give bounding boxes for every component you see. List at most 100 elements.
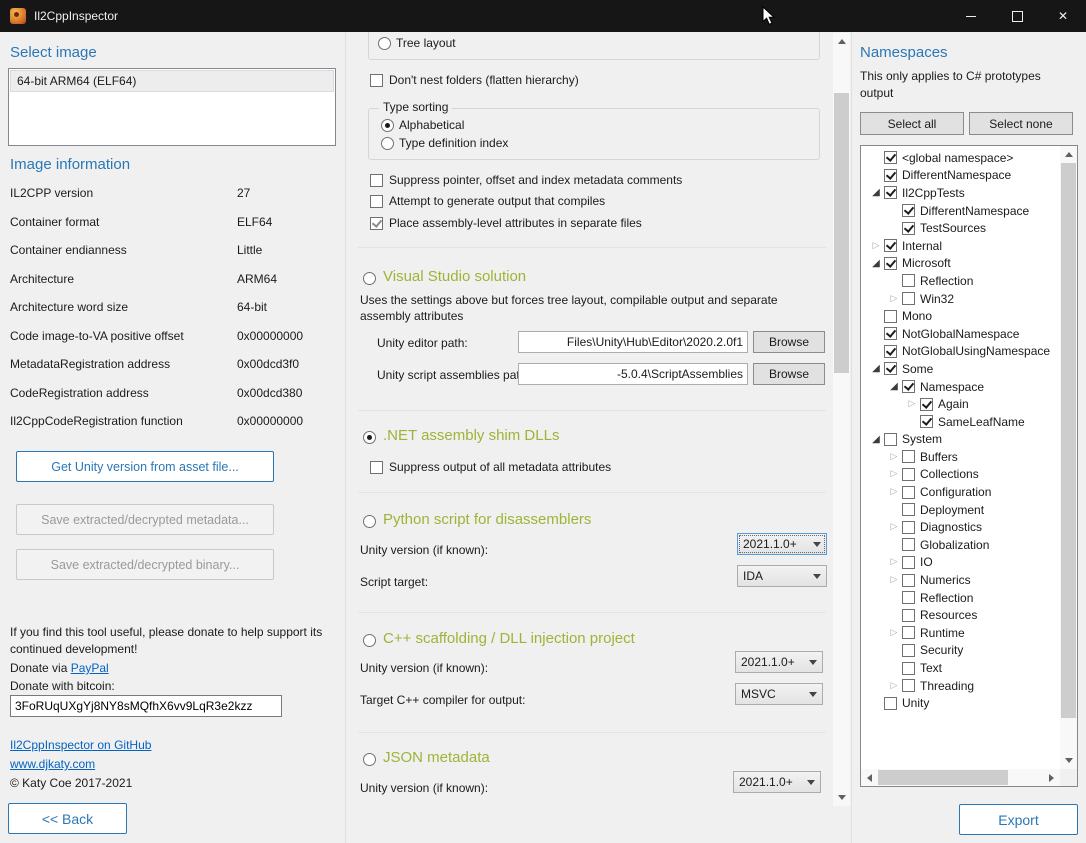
cpp-radio[interactable] [363, 634, 376, 647]
namespace-checkbox[interactable] [902, 521, 915, 534]
cpp-compiler-combo[interactable]: MSVC [735, 683, 823, 705]
scroll-down-button[interactable] [1060, 752, 1077, 769]
namespace-checkbox[interactable] [902, 644, 915, 657]
unity-editor-path-input[interactable]: Files\Unity\Hub\Editor\2020.2.0f1 [518, 331, 748, 353]
tree-item[interactable]: ▷Collections [861, 466, 1060, 484]
shim-dlls-radio[interactable] [363, 431, 376, 444]
json-unity-version-combo[interactable]: 2021.1.0+ [733, 771, 821, 793]
namespace-checkbox[interactable] [884, 186, 897, 199]
alphabetical-radio-row[interactable]: Alphabetical [381, 118, 464, 132]
tree-vertical-scrollbar[interactable] [1060, 146, 1077, 769]
tree-item[interactable]: ◢Some [861, 360, 1060, 378]
suppress-attributes-row[interactable]: Suppress output of all metadata attribut… [370, 460, 611, 474]
get-unity-version-button[interactable]: Get Unity version from asset file... [16, 451, 274, 482]
namespace-checkbox[interactable] [884, 310, 897, 323]
tree-item[interactable]: ▷Configuration [861, 483, 1060, 501]
browse-assemblies-path-button[interactable]: Browse [753, 363, 825, 385]
vs-solution-radio[interactable] [363, 272, 376, 285]
namespace-checkbox[interactable] [884, 169, 897, 182]
tree-item[interactable]: ▷Internal [861, 237, 1060, 255]
tree-item[interactable]: Resources [861, 606, 1060, 624]
paypal-link[interactable]: PayPal [71, 661, 109, 675]
select-none-button[interactable]: Select none [969, 112, 1073, 135]
back-button[interactable]: << Back [8, 803, 127, 834]
tree-layout-radio[interactable] [378, 37, 391, 50]
tree-item[interactable]: ▷Threading [861, 677, 1060, 695]
tree-item[interactable]: Reflection [861, 589, 1060, 607]
expander-collapsed-icon[interactable]: ▷ [904, 399, 920, 409]
cpp-section-head[interactable]: C++ scaffolding / DLL injection project [363, 630, 635, 647]
tree-item[interactable]: NotGlobalUsingNamespace [861, 343, 1060, 361]
tree-item[interactable]: DifferentNamespace [861, 202, 1060, 220]
tree-item[interactable]: Unity [861, 694, 1060, 712]
expander-collapsed-icon[interactable]: ▷ [886, 575, 902, 585]
tree-item[interactable]: ▷Win32 [861, 290, 1060, 308]
namespace-checkbox[interactable] [884, 697, 897, 710]
scroll-up-button[interactable] [1060, 146, 1077, 163]
suppress-attributes-checkbox[interactable] [370, 461, 383, 474]
cpp-unity-version-combo[interactable]: 2021.1.0+ [735, 651, 823, 673]
expander-expanded-icon[interactable]: ◢ [886, 381, 902, 392]
namespace-checkbox[interactable] [902, 292, 915, 305]
tree-item[interactable]: ▷Again [861, 395, 1060, 413]
scroll-up-button[interactable] [833, 33, 850, 50]
github-link[interactable]: Il2CppInspector on GitHub [10, 738, 151, 752]
tree-item[interactable]: ◢Il2CppTests [861, 184, 1060, 202]
scroll-down-button[interactable] [833, 789, 850, 806]
expander-collapsed-icon[interactable]: ▷ [886, 487, 902, 497]
flatten-checkbox-row[interactable]: Don't nest folders (flatten hierarchy) [370, 73, 579, 87]
scrollbar-thumb[interactable] [834, 93, 849, 373]
namespace-checkbox[interactable] [902, 468, 915, 481]
settings-scrollbar[interactable] [833, 33, 850, 806]
tree-item[interactable]: TestSources [861, 219, 1060, 237]
tree-item[interactable]: SameLeafName [861, 413, 1060, 431]
script-assemblies-path-input[interactable]: -5.0.4\ScriptAssemblies [518, 363, 748, 385]
expander-expanded-icon[interactable]: ◢ [868, 434, 884, 445]
type-def-index-radio[interactable] [381, 137, 394, 150]
compilable-output-checkbox[interactable] [370, 195, 383, 208]
tree-item[interactable]: ◢System [861, 431, 1060, 449]
namespace-checkbox[interactable] [902, 538, 915, 551]
json-radio[interactable] [363, 753, 376, 766]
expander-expanded-icon[interactable]: ◢ [868, 363, 884, 374]
tree-item[interactable]: ◢Microsoft [861, 255, 1060, 273]
namespace-checkbox[interactable] [884, 151, 897, 164]
tree-item[interactable]: ▷Buffers [861, 448, 1060, 466]
python-section-head[interactable]: Python script for disassemblers [363, 511, 591, 528]
expander-collapsed-icon[interactable]: ▷ [886, 294, 902, 304]
tree-item[interactable]: DifferentNamespace [861, 167, 1060, 185]
namespace-checkbox[interactable] [902, 450, 915, 463]
namespace-tree[interactable]: <global namespace>DifferentNamespace◢Il2… [860, 145, 1078, 787]
maximize-button[interactable] [994, 0, 1040, 32]
minimize-button[interactable] [948, 0, 994, 32]
script-target-combo[interactable]: IDA [737, 565, 827, 587]
expander-collapsed-icon[interactable]: ▷ [886, 557, 902, 567]
namespace-checkbox[interactable] [920, 415, 933, 428]
namespace-checkbox[interactable] [902, 662, 915, 675]
expander-collapsed-icon[interactable]: ▷ [886, 452, 902, 462]
json-section-head[interactable]: JSON metadata [363, 749, 490, 766]
expander-collapsed-icon[interactable]: ▷ [886, 522, 902, 532]
tree-horizontal-scrollbar[interactable] [861, 769, 1060, 786]
namespace-checkbox[interactable] [902, 679, 915, 692]
namespace-checkbox[interactable] [884, 362, 897, 375]
namespace-checkbox[interactable] [902, 486, 915, 499]
image-list-item[interactable]: 64-bit ARM64 (ELF64) [10, 70, 334, 92]
close-button[interactable]: ✕ [1040, 0, 1086, 32]
bitcoin-address-input[interactable] [10, 695, 282, 717]
type-def-index-radio-row[interactable]: Type definition index [381, 136, 508, 150]
namespace-checkbox[interactable] [902, 574, 915, 587]
separate-attributes-checkbox[interactable] [370, 217, 383, 230]
expander-expanded-icon[interactable]: ◢ [868, 258, 884, 269]
tree-item[interactable]: Reflection [861, 272, 1060, 290]
tree-item[interactable]: ▷IO [861, 554, 1060, 572]
namespace-checkbox[interactable] [902, 222, 915, 235]
suppress-metadata-comments-row[interactable]: Suppress pointer, offset and index metad… [370, 173, 682, 187]
tree-item[interactable]: ◢Namespace [861, 378, 1060, 396]
expander-collapsed-icon[interactable]: ▷ [886, 628, 902, 638]
expander-collapsed-icon[interactable]: ▷ [886, 469, 902, 479]
namespace-checkbox[interactable] [902, 204, 915, 217]
scrollbar-thumb[interactable] [878, 770, 1008, 785]
python-radio[interactable] [363, 515, 376, 528]
shim-dlls-section-head[interactable]: .NET assembly shim DLLs [363, 427, 559, 444]
